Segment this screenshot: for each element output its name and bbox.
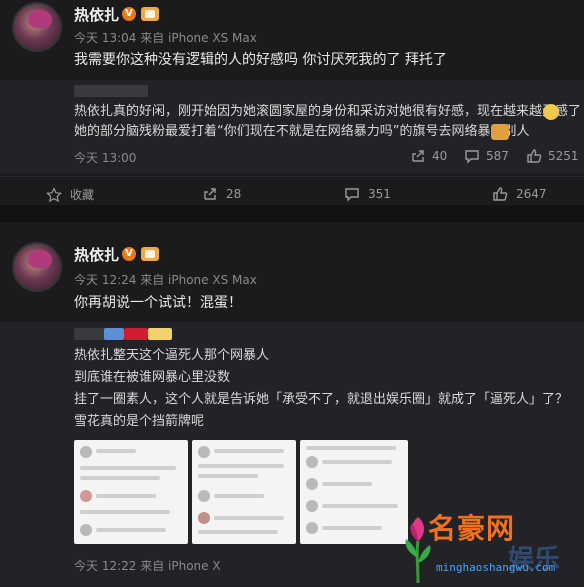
- comment-button[interactable]: 351: [344, 186, 391, 202]
- share-icon: [204, 188, 216, 200]
- masked-username: [74, 85, 148, 97]
- repost-time: 今天 12:22 来自 iPhone X: [74, 559, 221, 573]
- repost-text-line: 热依扎整天这个逼死人那个网暴人: [74, 348, 270, 363]
- member-crown-icon: [141, 247, 159, 261]
- like-count: 2647: [516, 187, 547, 201]
- like-button[interactable]: 2647: [492, 186, 547, 202]
- screenshot-thumbnail[interactable]: [74, 440, 188, 544]
- repost-text-line: 到底谁在被谁网暴心里没数: [74, 370, 231, 385]
- masked-username: [148, 328, 172, 340]
- username[interactable]: 热依扎: [74, 244, 119, 265]
- share-count: 28: [226, 187, 242, 201]
- repost-share-stat[interactable]: 40: [410, 148, 447, 164]
- watermark-title: 名豪网: [428, 512, 516, 545]
- like-count: 5251: [548, 149, 579, 163]
- repost-text-line: 雪花真的是个挡箭牌呢: [74, 414, 205, 429]
- verified-badge-icon: V: [122, 247, 136, 261]
- masked-username: [124, 328, 148, 340]
- post-text: 我需要你这种没有逻辑的人的好感吗 你讨厌死我的了 拜托了: [74, 52, 447, 68]
- share-count: 40: [432, 149, 448, 163]
- verified-badge-icon: V: [122, 7, 136, 21]
- share-button[interactable]: 28: [202, 186, 241, 202]
- post-toolbar: 收藏 28 351 2647: [0, 176, 584, 210]
- thumbs-down-icon: [491, 124, 509, 140]
- share-icon: [412, 150, 424, 162]
- comment-icon: [345, 188, 359, 202]
- emoji-icon: [543, 104, 559, 120]
- screenshot-thumbnail[interactable]: [192, 440, 296, 544]
- repost-box[interactable]: 热依扎真的好闲，刚开始因为她滚圆家屋的身份和采访对她很有好感，现在越来越无感了 …: [0, 80, 584, 173]
- comment-icon: [465, 150, 479, 164]
- watermark-domain: minghaoshangwu.com: [436, 561, 556, 574]
- post-meta: 今天 12:24 来自 iPhone XS Max: [74, 273, 257, 287]
- post-meta: 今天 13:04 来自 iPhone XS Max: [74, 31, 257, 45]
- repost-text-line: 她的部分脑残粉最爱打着“你们现在不就是在网络暴力吗”的旗号去网络暴力别人: [74, 124, 530, 139]
- repost-text-line: 挂了一圈素人，这个人就是告诉她「承受不了，就退出娱乐圈」就成了「逼死人」了？: [74, 392, 569, 407]
- comment-count: 351: [368, 187, 391, 201]
- member-crown-icon: [141, 7, 159, 21]
- repost-like-stat[interactable]: 5251: [526, 148, 579, 164]
- star-icon: [46, 186, 62, 202]
- repost-time: 今天 13:00: [74, 151, 137, 165]
- post-text: 你再胡说一个试试！混蛋！: [74, 295, 242, 311]
- favorite-label: 收藏: [70, 188, 95, 202]
- favorite-button[interactable]: 收藏: [46, 186, 94, 203]
- screenshot-thumbnail[interactable]: [300, 440, 408, 544]
- repost-comment-stat[interactable]: 587: [464, 148, 509, 164]
- weibo-post-1: 热依扎 V 今天 13:04 来自 iPhone XS Max 我需要你这种没有…: [0, 0, 584, 205]
- repost-text-line: 热依扎真的好闲，刚开始因为她滚圆家屋的身份和采访对她很有好感，现在越来越无感了: [74, 104, 582, 119]
- username[interactable]: 热依扎: [74, 4, 119, 25]
- like-icon: [527, 149, 542, 163]
- comment-count: 587: [486, 149, 509, 163]
- like-icon: [493, 187, 508, 201]
- masked-username: [104, 328, 124, 340]
- site-watermark: 娱乐 名豪网 minghaoshangwu.com: [398, 505, 584, 587]
- user-avatar[interactable]: [12, 242, 62, 292]
- user-avatar[interactable]: [12, 2, 62, 52]
